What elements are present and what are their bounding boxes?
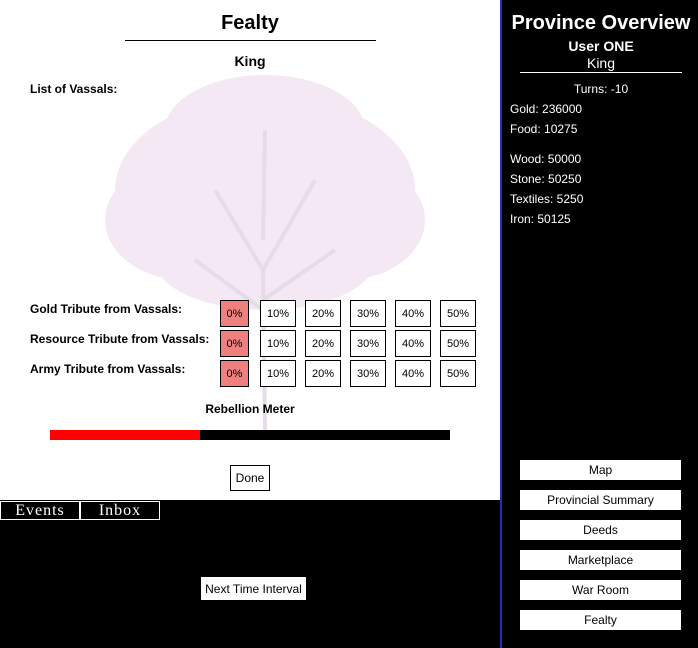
army-tribute-option-20[interactable]: 20% xyxy=(305,360,341,387)
resource-tribute-option-30[interactable]: 30% xyxy=(350,330,386,357)
fealty-panel: Fealty King List of Vassals: Gold Tribut… xyxy=(0,0,500,500)
next-time-interval-button[interactable]: Next Time Interval xyxy=(200,576,307,601)
tab-events[interactable]: Events xyxy=(0,501,80,520)
gold-tribute-option-50[interactable]: 50% xyxy=(440,300,476,327)
army-tribute-option-10[interactable]: 10% xyxy=(260,360,296,387)
army-tribute-option-50[interactable]: 50% xyxy=(440,360,476,387)
gold-tribute-option-40[interactable]: 40% xyxy=(395,300,431,327)
title-divider xyxy=(125,40,376,41)
resource-tribute-option-20[interactable]: 20% xyxy=(305,330,341,357)
nav-fealty-button[interactable]: Fealty xyxy=(520,610,681,630)
resource-stone: Stone: 50250 xyxy=(510,172,582,186)
province-overview-sidebar: Province Overview User ONE King Turns: -… xyxy=(500,0,698,648)
resource-tribute-option-40[interactable]: 40% xyxy=(395,330,431,357)
nav-map-button[interactable]: Map xyxy=(520,460,681,480)
done-button[interactable]: Done xyxy=(230,465,270,491)
sidebar-divider xyxy=(520,72,682,73)
resource-tribute-option-0[interactable]: 0% xyxy=(220,330,249,357)
gold-tribute-option-10[interactable]: 10% xyxy=(260,300,296,327)
page-title: Fealty xyxy=(221,12,279,34)
gold-tribute-label: Gold Tribute from Vassals: xyxy=(30,302,183,316)
gold-tribute-option-0[interactable]: 0% xyxy=(220,300,249,327)
resource-tribute-option-50[interactable]: 50% xyxy=(440,330,476,357)
turns-counter: Turns: -10 xyxy=(573,82,629,96)
army-tribute-option-0[interactable]: 0% xyxy=(220,360,249,387)
rank-subtitle: King xyxy=(234,53,266,69)
vassals-list-label: List of Vassals: xyxy=(30,82,118,96)
tab-inbox[interactable]: Inbox xyxy=(80,501,160,520)
resource-food: Food: 10275 xyxy=(510,122,578,136)
resource-gold: Gold: 236000 xyxy=(510,102,583,116)
rebellion-meter-label: Rebellion Meter xyxy=(205,402,295,416)
user-name: User ONE xyxy=(568,38,634,54)
rebellion-meter-fill xyxy=(50,430,200,440)
rebellion-meter xyxy=(50,430,450,440)
gold-tribute-option-20[interactable]: 20% xyxy=(305,300,341,327)
resource-tribute-option-10[interactable]: 10% xyxy=(260,330,296,357)
army-tribute-label: Army Tribute from Vassals: xyxy=(30,362,186,376)
resource-textiles: Textiles: 5250 xyxy=(510,192,584,206)
nav-deeds-button[interactable]: Deeds xyxy=(520,520,681,540)
army-tribute-option-30[interactable]: 30% xyxy=(350,360,386,387)
sidebar-title: Province Overview xyxy=(511,12,691,34)
army-tribute-option-40[interactable]: 40% xyxy=(395,360,431,387)
resource-tribute-label: Resource Tribute from Vassals: xyxy=(30,332,210,346)
resource-iron: Iron: 50125 xyxy=(510,212,571,226)
nav-provincial-summary-button[interactable]: Provincial Summary xyxy=(520,490,681,510)
gold-tribute-option-30[interactable]: 30% xyxy=(350,300,386,327)
nav-war-room-button[interactable]: War Room xyxy=(520,580,681,600)
resource-wood: Wood: 50000 xyxy=(510,152,582,166)
user-rank: King xyxy=(586,55,616,71)
nav-marketplace-button[interactable]: Marketplace xyxy=(520,550,681,570)
